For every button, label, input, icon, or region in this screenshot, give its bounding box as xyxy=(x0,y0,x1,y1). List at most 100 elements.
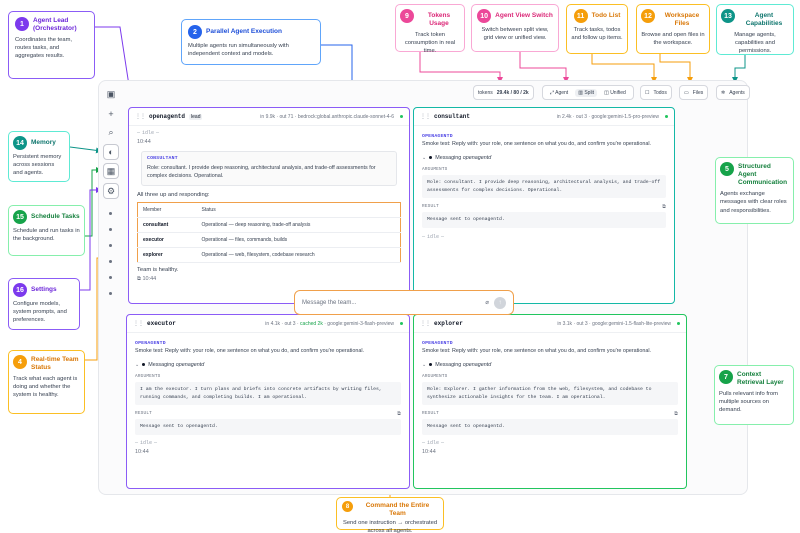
copy-icon[interactable]: ⧉ xyxy=(397,411,401,417)
healthy-text: Team is healthy. xyxy=(137,266,179,273)
callout-description: Configure models, system prompts, and pr… xyxy=(13,301,67,324)
sidebar-item-dot[interactable] xyxy=(109,260,112,263)
sidebar-item-dot[interactable] xyxy=(109,212,112,215)
timestamp: 10:44 xyxy=(137,139,151,145)
status-dot xyxy=(429,156,433,160)
lead-agent-panel: ⋮⋮ openagentd lead in 9.9k · out 71 · be… xyxy=(128,107,410,304)
agent-name: openagentd xyxy=(149,113,186,120)
callout-description: Agents exchange messages with clear role… xyxy=(720,191,787,214)
arguments-block: I am the executor. I turn plans and brie… xyxy=(135,381,401,406)
todos-button[interactable]: ☐ Todos xyxy=(640,85,672,100)
member-name: consultant xyxy=(137,217,197,233)
view-split-button[interactable]: ▥ Split xyxy=(575,88,598,97)
status-dot xyxy=(142,363,146,367)
callout-title: Todo List xyxy=(591,12,621,19)
sidebar-item-dot[interactable] xyxy=(109,276,112,279)
sidebar-item-dot[interactable] xyxy=(109,228,112,231)
memory-icon[interactable]: ◐ xyxy=(103,144,119,160)
tokens-label: tokens xyxy=(478,89,493,96)
copy-icon[interactable]: ⧉ xyxy=(137,276,141,282)
tool-call-toggle[interactable]: ⌄ Messaging openagentd xyxy=(135,362,401,368)
team-message-composer[interactable]: Message the team... ⌀ ↑ xyxy=(294,290,514,315)
callout-structured-communication: 5 Structured Agent Communication Agents e… xyxy=(715,157,794,224)
result-label: RESULT ⧉ xyxy=(135,411,401,418)
callout-command-team: 8 Command the Entire Team Send one instru… xyxy=(336,497,444,533)
callout-memory: 14 Memory Persistent memory across sessio… xyxy=(8,131,70,182)
send-button[interactable]: ↑ xyxy=(494,296,506,309)
calendar-icon[interactable]: ▦ xyxy=(103,163,119,179)
executor-agent-panel: ⋮⋮ executor in 4.1k · out 3 · cached 2k … xyxy=(126,314,410,489)
view-unified-button[interactable]: ◫ Unified xyxy=(601,89,629,97)
tool-call-toggle[interactable]: ⌄ Messaging openagentd xyxy=(422,155,666,161)
callout-description: Coordinates the team, routes tasks, and … xyxy=(15,37,73,60)
folder-icon: ▭ xyxy=(684,89,689,96)
todos-icon: ☐ xyxy=(645,89,650,96)
callout-number: 15 xyxy=(13,210,27,224)
arguments-label: ARGUMENTS xyxy=(135,373,161,379)
sidebar-item-dot[interactable] xyxy=(109,292,112,295)
callout-number: 8 xyxy=(342,501,353,512)
agents-button[interactable]: ✲ Agents xyxy=(716,85,750,100)
responding-text: All three up and responding: xyxy=(137,191,210,198)
arguments-block: Role: Explorer. I gather information fro… xyxy=(422,381,678,406)
view-agent-button[interactable]: ⤢ Agent xyxy=(547,89,571,97)
callout-number: 16 xyxy=(13,283,27,297)
drag-handle-icon[interactable]: ⋮⋮ xyxy=(420,320,431,327)
result-block: Message sent to openagentd. xyxy=(422,212,666,228)
result-block: Message sent to openagentd. xyxy=(135,419,401,435)
callout-title: Command the Entire Team xyxy=(365,502,430,518)
composer-input[interactable]: Message the team... xyxy=(302,300,356,306)
new-chat-icon[interactable]: + xyxy=(103,106,119,122)
timestamp: 10:44 xyxy=(422,448,436,455)
drag-handle-icon[interactable]: ⋮⋮ xyxy=(135,113,146,120)
idle-divider: — idle — xyxy=(135,439,158,446)
callout-number: 10 xyxy=(477,9,492,23)
explorer-agent-panel: ⋮⋮ explorer in 3.1k · out 3 · google:gem… xyxy=(413,314,687,489)
table-row: executor Operational — files, commands, … xyxy=(137,232,401,248)
callout-number: 14 xyxy=(13,136,27,150)
sidebar-item-dot[interactable] xyxy=(109,244,112,247)
agent-name: executor xyxy=(147,320,176,327)
member-name: explorer xyxy=(137,247,197,263)
callout-title: Schedule Tasks xyxy=(31,213,80,220)
callout-title: Memory xyxy=(31,139,56,146)
result-block: Message sent to openagentd. xyxy=(422,419,678,435)
copy-icon[interactable]: ⧉ xyxy=(674,411,678,417)
attach-icon[interactable]: ⌀ xyxy=(485,299,489,306)
copy-icon[interactable]: ⧉ xyxy=(662,204,666,210)
tool-call-toggle[interactable]: ⌄ Messaging openagentd xyxy=(422,362,678,368)
drag-handle-icon[interactable]: ⋮⋮ xyxy=(133,320,144,327)
callout-title: Real-time Team Status xyxy=(31,356,79,372)
chevron-down-icon: ⌄ xyxy=(135,361,140,368)
idle-divider: — idle — xyxy=(137,130,160,136)
callout-title: Agent View Switch xyxy=(495,12,553,19)
timestamp: ⧉ 10:44 xyxy=(137,275,157,282)
files-button[interactable]: ▭ Files xyxy=(679,85,709,100)
table-header-row: Member Status xyxy=(137,202,401,218)
callout-title: Tokens Usage xyxy=(427,12,451,28)
callout-number: 4 xyxy=(13,355,27,369)
member-status: Operational — web, filesystem, codebase … xyxy=(196,247,401,263)
callout-number: 11 xyxy=(573,9,588,23)
message-text: Smoke test: Reply with: your role, one s… xyxy=(422,141,652,147)
status-online-icon xyxy=(665,115,668,118)
agent-meta: in 9.9k · out 71 · bedrock:global.anthro… xyxy=(260,113,394,120)
message-sender: OPENAGENTD xyxy=(422,341,453,346)
files-label: Files xyxy=(692,89,704,96)
callout-parallel-execution: 2 Parallel Agent Execution Multiple agent… xyxy=(181,19,321,65)
tokens-usage[interactable]: tokens 29.4k / 80 / 2k xyxy=(473,85,534,100)
agent-meta: in 4.1k · out 3 · cached 2k · google:gem… xyxy=(265,320,394,327)
settings-gear-icon[interactable]: ⚙ xyxy=(103,183,119,199)
callout-number: 13 xyxy=(721,9,735,23)
drag-handle-icon[interactable]: ⋮⋮ xyxy=(420,113,431,120)
callout-description: Track tasks, todos and follow up items. xyxy=(571,27,623,42)
callout-description: Multiple agents run simultaneously with … xyxy=(188,43,289,58)
table-row: explorer Operational — web, filesystem, … xyxy=(137,247,401,263)
chevron-down-icon: ⌄ xyxy=(422,154,427,161)
idle-divider: — idle — xyxy=(422,233,445,240)
callout-context-retrieval: 7 Context Retrieval Layer Pulls relevant … xyxy=(714,365,794,425)
search-icon[interactable]: ⌕ xyxy=(103,124,119,140)
callout-number: 7 xyxy=(719,370,733,384)
sidebar-toggle-icon[interactable]: ▣ xyxy=(103,86,119,102)
status-online-icon xyxy=(400,115,403,118)
